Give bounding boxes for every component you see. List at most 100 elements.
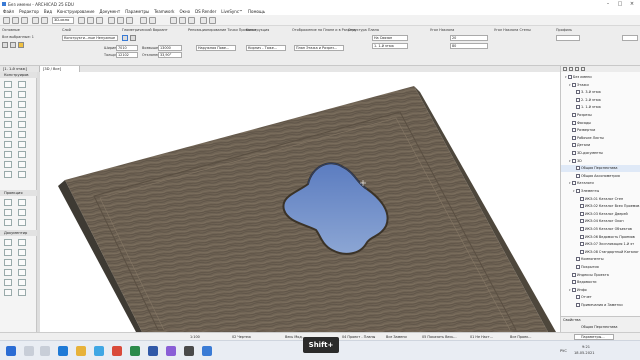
profile-select[interactable] (556, 35, 580, 41)
line-tool-icon[interactable] (18, 259, 26, 266)
change-marker-icon[interactable] (18, 219, 26, 226)
guide-icon[interactable] (188, 17, 195, 24)
detail-marker-icon[interactable] (4, 219, 12, 226)
geometry-straight-icon[interactable] (122, 35, 128, 41)
close-icon[interactable]: × (626, 0, 638, 8)
toolbox-section-document[interactable]: Документир (0, 230, 37, 236)
nav-item[interactable]: Разрезы (561, 112, 592, 119)
slant-field[interactable]: 20 (450, 35, 488, 41)
nav-item[interactable]: ИКЭ-02 Каталог Всех Проемов (561, 203, 639, 210)
skylight-tool-icon[interactable] (18, 131, 26, 138)
redo-icon[interactable] (41, 17, 48, 24)
polyline-tool-icon[interactable] (18, 269, 26, 276)
start-icon[interactable] (6, 346, 16, 356)
maximize-icon[interactable]: □ (614, 0, 626, 8)
nav-item[interactable]: ИКЭ-08 Стандартный Каталог (561, 249, 639, 256)
toolbox-section-design[interactable]: Конструиров (0, 72, 37, 78)
curtain-wall-tool-icon[interactable] (4, 131, 12, 138)
menu-ds-render[interactable]: DS Render (195, 9, 216, 14)
nav-item[interactable]: Покрытия (561, 264, 599, 271)
geometry-curved-icon[interactable] (130, 35, 136, 41)
open-icon[interactable] (12, 17, 19, 24)
opening-tool-icon[interactable] (18, 161, 26, 168)
wall-tool-icon[interactable] (4, 81, 12, 88)
nav-item[interactable]: Общая Аксонометрия (561, 173, 620, 180)
mail-icon[interactable] (94, 346, 104, 356)
fill-tool-icon[interactable] (4, 259, 12, 266)
label-tool-icon[interactable] (18, 249, 26, 256)
undo-icon[interactable] (32, 17, 39, 24)
layout-book-icon[interactable] (575, 67, 579, 71)
view-map-icon[interactable] (569, 67, 573, 71)
nav-item[interactable]: ИКЭ-01 Каталог Стен (561, 196, 623, 203)
app-purple-icon[interactable] (166, 346, 176, 356)
nav-item[interactable]: Ведомости (561, 279, 597, 286)
arc-tool-icon[interactable] (4, 269, 12, 276)
task-view-icon[interactable] (40, 346, 50, 356)
slab-tool-icon[interactable] (18, 91, 26, 98)
app-red-icon[interactable] (112, 346, 122, 356)
nav-item[interactable]: ИКЭ-07 Экспликация 1-й эт (561, 241, 634, 248)
nav-item[interactable]: ▾ 3D (561, 158, 582, 165)
section-tool-icon[interactable] (87, 17, 94, 24)
nav-item[interactable]: ИКЭ-04 Каталог Окон (561, 218, 624, 225)
slant-wall-field[interactable]: 80 (450, 43, 488, 49)
wall-end-tool-icon[interactable] (18, 171, 26, 178)
beam-tool-icon[interactable] (4, 91, 12, 98)
stair-tool-icon[interactable] (4, 121, 12, 128)
deviation-field[interactable]: 33,90° (158, 52, 182, 58)
lamp-tool-icon[interactable] (18, 141, 26, 148)
layer-lock-icon[interactable] (18, 42, 24, 48)
linked-story-select[interactable]: На Связан (372, 35, 408, 41)
app-blue-icon[interactable] (202, 346, 212, 356)
shell-tool-icon[interactable] (18, 101, 26, 108)
menu-help[interactable]: Помощь (248, 9, 265, 14)
thickness-field[interactable]: 12102 (116, 52, 138, 58)
level-dimension-tool-icon[interactable] (18, 239, 26, 246)
nav-item[interactable]: Рабочие Листы (561, 135, 604, 142)
marquee-icon[interactable] (10, 42, 16, 48)
roof-tool-icon[interactable] (4, 101, 12, 108)
elevation-field[interactable]: 13000 (158, 45, 182, 51)
railing-tool-icon[interactable] (18, 121, 26, 128)
save-icon[interactable] (21, 17, 28, 24)
plan-icon[interactable] (78, 17, 85, 24)
view-3d-button[interactable]: 3D-окно (52, 17, 74, 24)
home-story-select[interactable]: 1. 1-й этаж (372, 43, 408, 49)
nav-item[interactable]: ИКЭ-05 Каталог Объектов (561, 226, 632, 233)
nav-item[interactable]: ИКЭ-06 Ведомость Проемов (561, 234, 635, 241)
corner-window-tool-icon[interactable] (4, 171, 12, 178)
app-green-icon[interactable] (130, 346, 140, 356)
nav-item[interactable]: ▾ Этажи (561, 82, 589, 89)
render-icon[interactable] (140, 17, 147, 24)
edge-icon[interactable] (58, 346, 68, 356)
composite-select[interactable]: Кирпич - Тяже... (246, 45, 286, 51)
layer-icon[interactable] (96, 17, 103, 24)
nav-item[interactable]: Примечания и Заметки (561, 302, 623, 309)
profile-extra[interactable] (622, 35, 638, 41)
mesh-tool-icon[interactable] (18, 151, 26, 158)
project-map-icon[interactable] (563, 67, 567, 71)
publisher-icon[interactable] (581, 67, 585, 71)
nav-item[interactable]: Развертки (561, 127, 595, 134)
hotspot-tool-icon[interactable] (18, 289, 26, 296)
minimize-icon[interactable]: – (602, 0, 614, 8)
zone-tool-icon[interactable] (4, 151, 12, 158)
input-language[interactable]: РУС (560, 349, 567, 353)
toolbox-section-projection[interactable]: Проекция (0, 190, 37, 196)
figure-tool-icon[interactable] (18, 279, 26, 286)
3d-viewport[interactable] (40, 72, 560, 332)
worksheet-marker-icon[interactable] (18, 209, 26, 216)
filter-icon[interactable] (149, 17, 156, 24)
nav-item[interactable]: ▾ Без имени (561, 74, 592, 81)
pointer-icon[interactable] (2, 42, 8, 48)
drawing-tool-icon[interactable] (4, 279, 12, 286)
nav-item[interactable]: ▾ Каталоги (561, 180, 594, 187)
width-field[interactable]: 7010 (116, 45, 138, 51)
nav-item[interactable]: Фасады (561, 120, 591, 127)
snap-icon[interactable] (179, 17, 186, 24)
object-tool-icon[interactable] (4, 141, 12, 148)
nav-item[interactable]: 2. 2-й этаж (561, 97, 601, 104)
dimension-tool-icon[interactable] (4, 239, 12, 246)
nav-item[interactable]: 1. 1-й этаж (561, 104, 601, 111)
